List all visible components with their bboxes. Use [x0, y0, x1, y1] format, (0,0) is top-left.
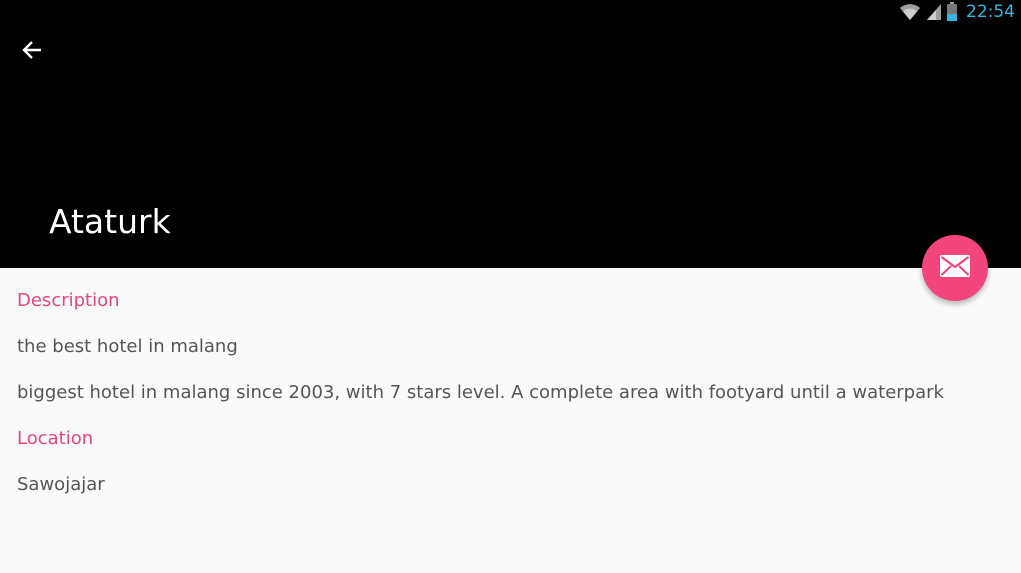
status-time: 22:54 [966, 2, 1015, 22]
signal-icon [926, 3, 942, 21]
page-title: Ataturk [49, 202, 171, 241]
hotel-detail-screen: 22:54 Ataturk Description the best hotel… [0, 0, 1021, 573]
hotel-subtitle: the best hotel in malang [17, 336, 238, 357]
back-button[interactable] [14, 34, 50, 70]
arrow-left-icon [21, 39, 43, 66]
mail-icon [940, 254, 970, 282]
description-header: Description [17, 290, 120, 311]
hotel-location: Sawojajar [17, 474, 105, 495]
battery-icon [946, 2, 958, 22]
wifi-icon [898, 2, 922, 22]
location-header: Location [17, 428, 94, 449]
email-fab-button[interactable] [922, 235, 988, 301]
status-bar: 22:54 [898, 0, 1021, 24]
collapsing-app-bar: 22:54 Ataturk [0, 0, 1021, 268]
hotel-description: biggest hotel in malang since 2003, with… [17, 382, 944, 403]
